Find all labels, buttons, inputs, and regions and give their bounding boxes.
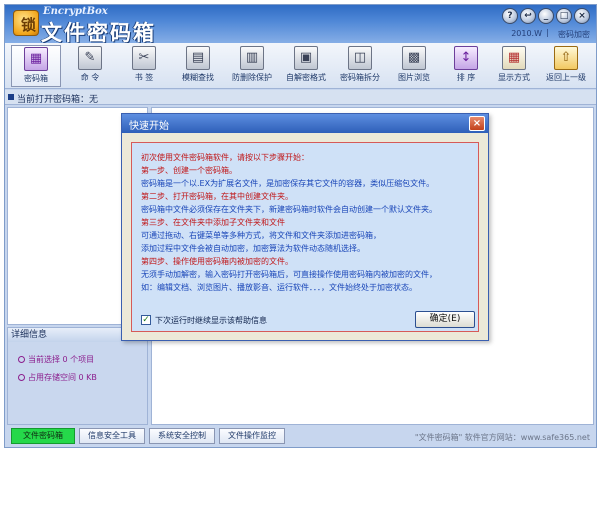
help-line: 密码箱是一个以.EX为扩展名文件，是加密保存其它文件的容器，类似压缩包文件。 [141,179,435,188]
sort-icon: ↕ [454,46,478,70]
dialog-title-bar: 快速开始 × [122,114,488,133]
bottom-tab-bar: 文件密码箱 信息安全工具 系统安全控制 文件操作监控 "文件密码箱" 软件官方网… [5,426,596,447]
selected-count: 当前选择 0 个项目 [28,355,95,364]
help-line: 初次使用文件密码箱软件，请按以下步骤开始： [141,153,309,162]
tab-file-lockbox[interactable]: 文件密码箱 [11,428,75,444]
bookmark-glyph: ✂ [138,50,150,65]
current-archive-bar: 当前打开密码箱：无 [5,90,596,105]
toolbar: ▦ 密码箱 ✎ 命 令 ✂ 书 签 ▤ 模糊查找 ▥ 防删除保护 ▣ 自解密格式… [5,43,596,89]
bullet-icon [8,94,14,100]
footer-website-note: "文件密码箱" 软件官方网站：www.safe365.net [414,433,590,442]
toolbar-label: 密码箱拆分 [340,73,380,82]
command-glyph: ✎ [84,50,96,65]
self-decrypt-icon: ▣ [294,46,318,70]
back-button[interactable]: ↩ [520,8,536,24]
detail-panel: 详细信息 当前选择 0 个项目 占用存储空间 0 KB [7,327,148,425]
toolbar-button-self-decrypt[interactable]: ▣ 自解密格式 [281,45,331,87]
display-mode-glyph: ▦ [507,50,521,65]
toolbar-button-split[interactable]: ◫ 密码箱拆分 [335,45,385,87]
lock-box-icon: ▦ [24,47,48,71]
image-browse-glyph: ▩ [407,50,421,65]
show-again-label: 下次运行时继续显示该帮助信息 [155,316,267,325]
toolbar-label: 书 签 [134,73,154,82]
bookmark-icon: ✂ [132,46,156,70]
toolbar-label: 图片浏览 [398,73,430,82]
self-decrypt-glyph: ▣ [299,50,313,65]
split-icon: ◫ [348,46,372,70]
delete-protect-glyph: ▥ [245,50,259,65]
current-archive-label: 当前打开密码箱：无 [17,95,99,105]
toolbar-button-display-mode[interactable]: ▦ 显示方式 [489,45,539,87]
dialog-title: 快速开始 [129,121,169,132]
version-label: 2010.W [511,29,542,38]
tab-info-security-tools[interactable]: 信息安全工具 [79,428,145,444]
tab-system-security[interactable]: 系统安全控制 [149,428,215,444]
storage-space: 占用存储空间 0 KB [28,373,97,382]
help-line: 第三步、在文件夹中添加子文件夹和文件 [141,218,285,227]
selected-count-row: 当前选择 0 个项目 [18,354,94,365]
help-line: 第二步、打开密码箱，在其中创建文件夹。 [141,192,293,201]
help-line: 无须手动加解密，输入密码打开密码箱后，可直接操作使用密码箱内被加密的文件， [141,270,437,279]
toolbar-label: 密码箱 [24,74,48,83]
close-button[interactable]: × [574,8,590,24]
tab-file-monitor[interactable]: 文件操作监控 [219,428,285,444]
help-button[interactable]: ? [502,8,518,24]
title-bar: 锁 EncryptBox 文件密码箱 ? ↩ _ □ × 2010.W | 密码… [5,5,596,45]
command-icon: ✎ [78,46,102,70]
help-line: 第一步、创建一个密码箱。 [141,166,237,175]
main-window: 锁 EncryptBox 文件密码箱 ? ↩ _ □ × 2010.W | 密码… [4,4,597,448]
logo-char: 锁 [21,16,37,34]
toolbar-label: 显示方式 [498,73,530,82]
ok-button[interactable]: 确定(E) [415,311,475,328]
toolbar-label: 模糊查找 [182,73,214,82]
up-level-icon: ⇧ [554,46,578,70]
toolbar-label: 防删除保护 [232,73,272,82]
delete-protect-icon: ▥ [240,46,264,70]
quick-start-dialog: 快速开始 × 初次使用文件密码箱软件，请按以下步骤开始： 第一步、创建一个密码箱… [121,113,489,341]
image-browse-icon: ▩ [402,46,426,70]
fuzzy-search-icon: ▤ [186,46,210,70]
toolbar-label: 返回上一级 [546,73,586,82]
toolbar-button-fuzzy-search[interactable]: ▤ 模糊查找 [173,45,223,87]
app-logo-icon: 锁 [13,10,39,36]
info-bullet-icon [18,374,25,381]
toolbar-button-image-browse[interactable]: ▩ 图片浏览 [389,45,439,87]
toolbar-label: 命 令 [80,73,100,82]
info-bullet-icon [18,356,25,363]
minimize-button[interactable]: _ [538,8,554,24]
toolbar-button-delete-protect[interactable]: ▥ 防删除保护 [227,45,277,87]
help-line: 第四步、操作使用密码箱内被加密的文件。 [141,257,293,266]
toolbar-label: 自解密格式 [286,73,326,82]
sort-glyph: ↕ [460,50,472,65]
maximize-button[interactable]: □ [556,8,572,24]
fuzzy-search-glyph: ▤ [191,50,205,65]
toolbar-button-bookmark[interactable]: ✂ 书 签 [119,45,169,87]
up-level-glyph: ⇧ [560,50,572,65]
toolbar-label: 排 序 [456,73,476,82]
lock-box-glyph: ▦ [29,51,43,66]
help-line: 可通过拖动、右键菜单等多种方式，将文件和文件夹添加进密码箱， [141,231,381,240]
split-glyph: ◫ [353,50,367,65]
toolbar-button-command[interactable]: ✎ 命 令 [65,45,115,87]
window-controls: ? ↩ _ □ × [502,8,590,24]
dialog-close-button[interactable]: × [469,116,485,131]
toolbar-button-lockbox[interactable]: ▦ 密码箱 [11,45,61,87]
title-separator: | [546,28,549,37]
help-line: 如：编辑文档、浏览图片、播放影音、运行软件．．．，文件始终处于加密状态。 [141,283,417,292]
register-link[interactable]: 密码加密 [558,29,590,40]
dialog-body: 初次使用文件密码箱软件，请按以下步骤开始： 第一步、创建一个密码箱。 密码箱是一… [131,142,479,332]
help-line: 密码箱中文件必须保存在文件夹下，新建密码箱时软件会自动创建一个默认文件夹。 [141,205,437,214]
app-subtitle: EncryptBox [43,6,108,17]
toolbar-button-sort[interactable]: ↕ 排 序 [441,45,491,87]
display-mode-icon: ▦ [502,46,526,70]
show-again-checkbox[interactable]: ✓ [141,315,151,325]
help-line: 添加过程中文件会被自动加密，加密算法为软件动态随机选择。 [141,244,365,253]
storage-space-row: 占用存储空间 0 KB [18,372,97,383]
toolbar-button-up-level[interactable]: ⇧ 返回上一级 [541,45,591,87]
